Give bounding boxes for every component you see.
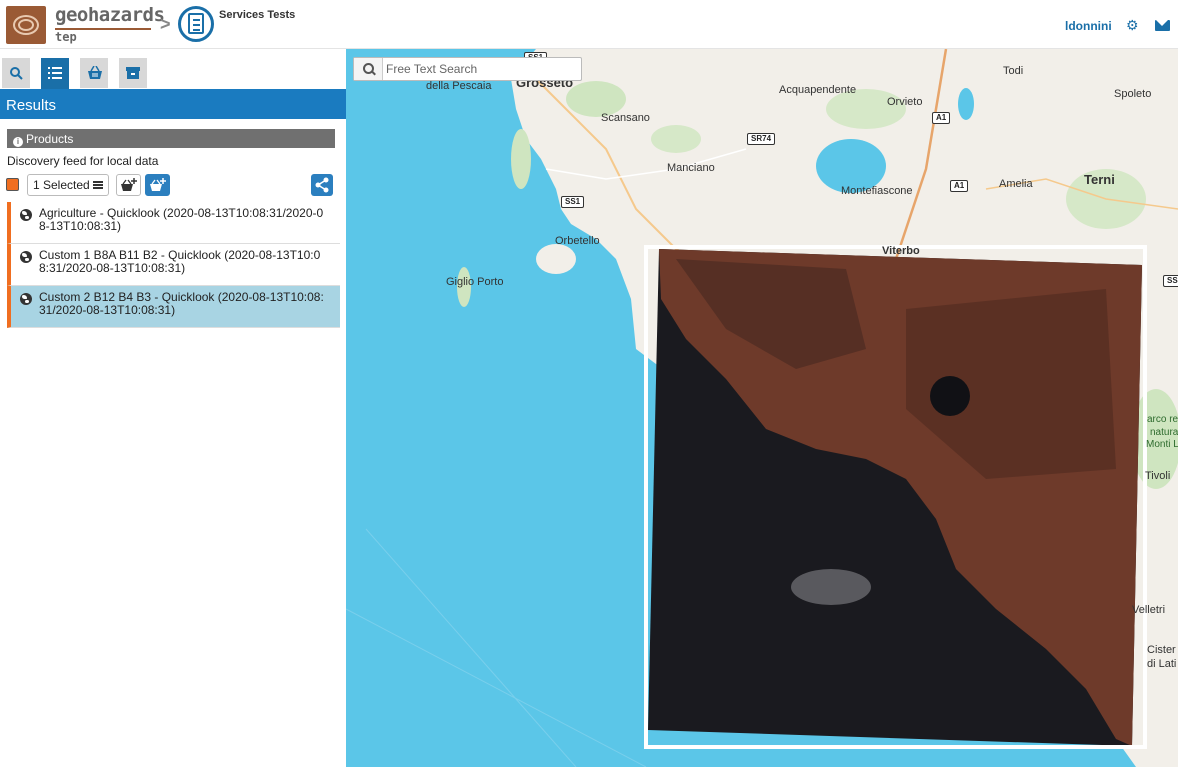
road-shield: SS [1163, 275, 1178, 287]
results-title: Results [0, 89, 346, 119]
map-label-terni: Terni [1084, 172, 1115, 187]
add-to-basket-button[interactable] [116, 174, 141, 196]
map-label-manciano: Manciano [667, 162, 715, 174]
share-icon [315, 177, 329, 193]
share-button[interactable] [311, 174, 333, 196]
left-panel: Results i Products Discovery feed for loc… [0, 49, 346, 767]
search-input[interactable] [386, 61, 576, 77]
breadcrumb-separator: > [160, 14, 171, 34]
basket-add-icon [121, 178, 137, 191]
info-icon: i [13, 137, 23, 147]
feed-description: Discovery feed for local data [7, 154, 159, 168]
map-label-amelia: Amelia [999, 178, 1033, 190]
map-label-tivoli: Tivoli [1145, 470, 1171, 482]
color-swatch[interactable] [6, 178, 19, 191]
add-all-to-basket-button[interactable] [145, 174, 170, 196]
service-icon[interactable] [178, 6, 214, 42]
map-label-parco-1: arco re [1147, 414, 1178, 425]
tab-search[interactable] [2, 58, 30, 88]
archive-icon [126, 67, 140, 79]
selection-label: 1 Selected [33, 178, 90, 192]
map-label-cisterna-2: di Lati [1147, 658, 1177, 670]
map-label-acquapendente: Acquapendente [779, 84, 857, 96]
item-title-line2: 31/2020-08-13T10:08:31) [39, 303, 176, 317]
road-shield: SS1 [561, 196, 585, 208]
selection-dropdown[interactable]: 1 Selected [27, 174, 109, 196]
list-item[interactable]: Custom 2 B12 B4 B3 - Quicklook (2020-08-… [7, 286, 340, 328]
map-label-giglio-porto: Giglio Porto [446, 276, 504, 288]
globe-icon [20, 209, 32, 221]
map-label-cisterna: Cister [1147, 644, 1176, 656]
geohazards-logo[interactable] [6, 6, 46, 44]
basket-icon [88, 66, 102, 79]
product-footprint[interactable] [644, 245, 1147, 749]
search-icon [10, 67, 23, 80]
brand-name: geohazards [55, 4, 165, 26]
gear-icon[interactable]: ⚙ [1126, 18, 1140, 32]
item-title-line2: 8:31/2020-08-13T10:08:31) [39, 261, 186, 275]
road-shield: SR74 [747, 133, 776, 145]
products-header-label: Products [26, 132, 74, 146]
map-label-parco-3: Monti L [1146, 439, 1178, 450]
globe-icon [20, 293, 32, 305]
mail-icon[interactable] [1155, 20, 1170, 31]
brand-sub: tep [55, 30, 77, 44]
map-view[interactable]: Grosseto della Pescaia Todi Spoleto Acqu… [346, 49, 1178, 767]
globe-icon [20, 251, 32, 263]
map-label-velletri: Velletri [1132, 604, 1166, 616]
item-title-line2: 8-13T10:08:31) [39, 219, 122, 233]
map-label-parco-2: natura [1150, 427, 1178, 438]
map-label-viterbo: Viterbo [882, 245, 920, 257]
app-header: geohazards tep > Services Tests ldonnini… [0, 0, 1178, 49]
map-label-della-pescaia: della Pescaia [426, 80, 492, 92]
map-label-orvieto: Orvieto [887, 96, 923, 108]
hamburger-icon [92, 181, 103, 189]
map-search [353, 57, 582, 81]
service-title[interactable]: Services Tests [219, 9, 295, 21]
list-item[interactable]: Custom 1 B8A B11 B2 - Quicklook (2020-08… [7, 244, 340, 286]
map-label-orbetello: Orbetello [555, 235, 600, 247]
tab-archive[interactable] [119, 58, 147, 88]
map-label-montefiascone: Montefiascone [841, 185, 913, 197]
results-list: Agriculture - Quicklook (2020-08-13T10:0… [7, 202, 340, 328]
road-shield: A1 [932, 112, 951, 124]
tab-results[interactable] [41, 58, 69, 89]
list-item[interactable]: Agriculture - Quicklook (2020-08-13T10:0… [7, 202, 340, 244]
tab-basket[interactable] [80, 58, 108, 88]
products-header[interactable]: i Products [7, 129, 335, 148]
map-label-todi: Todi [1003, 65, 1024, 77]
basket-add-all-icon [150, 178, 166, 191]
list-icon [48, 67, 62, 79]
tab-bar [0, 49, 346, 89]
user-link[interactable]: ldonnini [1065, 19, 1112, 33]
map-label-spoleto: Spoleto [1114, 88, 1152, 100]
search-icon[interactable] [354, 58, 383, 80]
road-shield: A1 [950, 180, 969, 192]
map-label-scansano: Scansano [601, 112, 650, 124]
